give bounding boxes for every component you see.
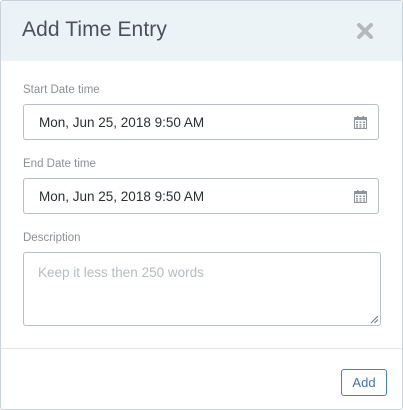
description-label: Description [23,232,81,244]
modal-header: Add Time Entry [1,1,402,61]
end-date-input[interactable]: Mon, Jun 25, 2018 9:50 AM [23,178,379,214]
start-date-value: Mon, Jun 25, 2018 9:50 AM [39,115,205,130]
description-textarea[interactable]: Keep it less then 250 words [23,252,381,326]
add-time-entry-dialog: Add Time Entry Start Date time Mon, Jun … [0,0,403,410]
modal-title: Add Time Entry [22,18,167,41]
add-button[interactable]: Add [341,369,387,396]
calendar-icon[interactable] [354,116,367,129]
end-date-label: End Date time [23,158,96,170]
close-icon [357,23,373,39]
resize-handle-icon[interactable] [370,315,379,324]
calendar-icon[interactable] [354,190,367,203]
close-button[interactable] [353,19,377,43]
start-date-input[interactable]: Mon, Jun 25, 2018 9:50 AM [23,104,379,140]
end-date-value: Mon, Jun 25, 2018 9:50 AM [39,189,205,204]
description-placeholder: Keep it less then 250 words [38,265,204,280]
footer-divider [1,348,402,349]
start-date-label: Start Date time [23,84,100,96]
